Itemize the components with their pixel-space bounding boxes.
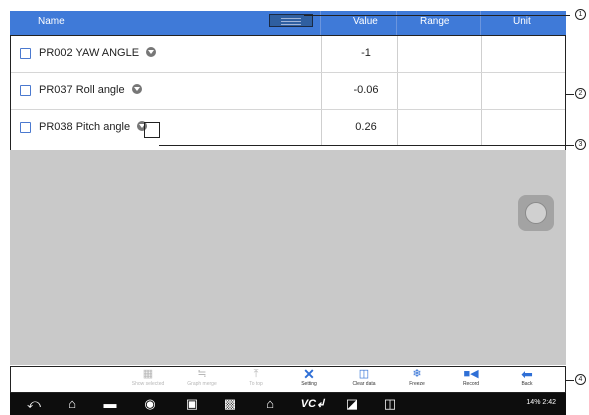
toolbar-label: Setting — [301, 381, 317, 387]
freeze-button[interactable]: ❄ Freeze — [394, 368, 440, 392]
show-selected-button[interactable]: ▦ Show selected — [125, 368, 171, 392]
column-header-value: Value — [353, 16, 378, 27]
toolbar-label: To top — [249, 381, 263, 387]
to-top-button[interactable]: ⤒ To top — [233, 368, 279, 392]
dropdown-icon[interactable] — [146, 47, 157, 57]
callout-line — [304, 15, 570, 16]
camera-icon[interactable]: ▣ — [180, 395, 204, 413]
bottom-toolbar: ▦ Show selected ≒ Graph merge ⤒ To top ✕… — [10, 366, 566, 393]
status-indicators: 14% 2:42 — [526, 399, 556, 406]
graph-merge-button[interactable]: ≒ Graph merge — [179, 368, 225, 392]
clear-data-button[interactable]: ◫ Clear data — [341, 368, 387, 392]
toolbar-label: Freeze — [409, 381, 425, 387]
callout-number: 3 — [575, 139, 586, 150]
graph-icon: ≒ — [197, 368, 207, 380]
table-row[interactable]: PR038 Pitch angle 0.26 — [11, 110, 565, 146]
callout-line — [159, 145, 574, 146]
callout-number: 1 — [575, 9, 586, 20]
parameter-value: -1 — [361, 47, 371, 59]
autel-home-icon[interactable]: ⌂ — [258, 395, 282, 413]
row-checkbox[interactable] — [20, 122, 31, 133]
parameter-value: 0.26 — [355, 121, 377, 133]
setting-button[interactable]: ✕ Setting — [286, 366, 332, 392]
graph-area — [10, 150, 566, 365]
car-icon[interactable]: ◪ — [340, 395, 364, 413]
snowflake-icon: ❄ — [412, 368, 422, 380]
row-checkbox[interactable] — [20, 85, 31, 96]
callout-line — [566, 94, 574, 95]
row-checkbox[interactable] — [20, 48, 31, 59]
video-icon: ■◀ — [463, 368, 479, 380]
column-header-range: Range — [420, 16, 450, 27]
record-button[interactable]: ■◀ Record — [448, 368, 494, 392]
browser-icon[interactable]: ◉ — [138, 395, 162, 413]
data-table: PR002 YAW ANGLE -1 PR037 Roll angle -0.0… — [10, 35, 566, 155]
dropdown-icon[interactable] — [131, 84, 142, 94]
parameter-name: PR002 YAW ANGLE — [39, 47, 140, 59]
back-button[interactable]: ⬅ Back — [504, 366, 550, 392]
vci-icon[interactable]: VC↲ — [298, 395, 328, 413]
circle-icon — [525, 202, 547, 224]
callout-line — [566, 380, 574, 381]
parameter-name: PR038 Pitch angle — [39, 121, 131, 133]
wrench-icon: ✕ — [303, 366, 315, 382]
parameter-name: PR037 Roll angle — [39, 84, 125, 96]
home-icon[interactable]: ⌂ — [60, 395, 84, 413]
column-header-unit: Unit — [513, 16, 531, 27]
trash-icon: ◫ — [358, 368, 370, 380]
floating-button[interactable] — [518, 195, 554, 231]
checkbox-icon: ▦ — [142, 368, 154, 380]
toolbar-label: Record — [462, 381, 480, 387]
screen-capture-icon[interactable]: ▩ — [218, 395, 242, 413]
toolbar-label: Graph merge — [187, 381, 217, 387]
to-top-icon: ⤒ — [253, 368, 259, 380]
recent-apps-icon[interactable]: ▬ — [98, 395, 122, 413]
callout-number: 4 — [575, 374, 586, 385]
column-header-name: Name — [38, 16, 65, 27]
callout-highlight — [144, 122, 160, 138]
parameter-value: -0.06 — [353, 84, 379, 96]
toolbar-label: Back — [521, 381, 533, 387]
table-row[interactable]: PR002 YAW ANGLE -1 — [11, 36, 565, 73]
back-icon[interactable]: ⤺ — [22, 395, 46, 413]
callout-number: 2 — [575, 88, 586, 99]
car-settings-icon[interactable]: ◫ — [378, 395, 402, 413]
toolbar-label: Show selected — [131, 381, 165, 387]
table-row[interactable]: PR037 Roll angle -0.06 — [11, 73, 565, 110]
system-nav-bar: ⤺ ⌂ ▬ ◉ ▣ ▩ ⌂ VC↲ ◪ ◫ 14% 2:42 — [10, 393, 566, 415]
back-arrow-icon: ⬅ — [521, 366, 533, 382]
toolbar-label: Clear data — [352, 381, 376, 387]
